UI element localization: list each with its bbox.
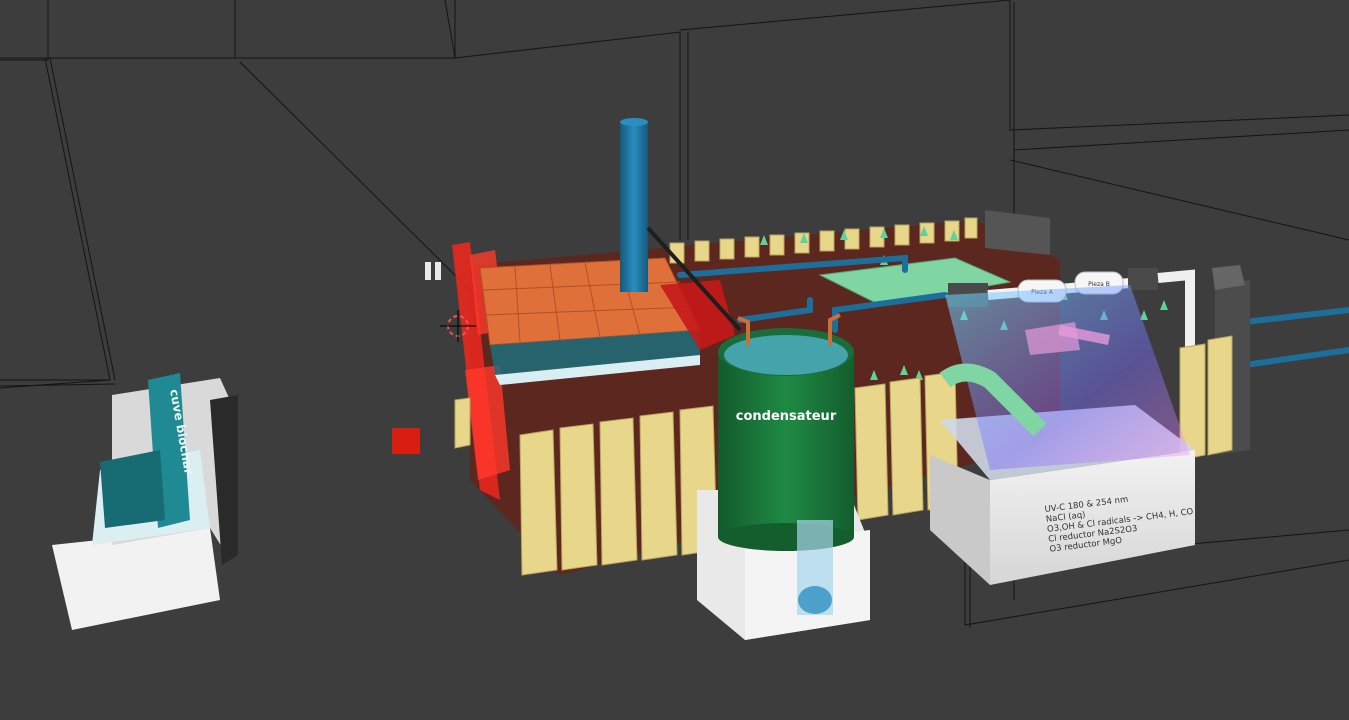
biochar-tank[interactable]: cuve biochar [52, 373, 238, 630]
3d-viewport[interactable]: Pieza A Pieza B UV-C 180 & 254 nm [0, 0, 1349, 716]
condenser[interactable]: condensateur [697, 313, 870, 640]
chimney-pipe [620, 118, 648, 292]
red-marker [392, 428, 420, 454]
condenser-label: condensateur [736, 409, 837, 424]
axis-gizmo-labels [425, 262, 441, 280]
uv-treatment-module[interactable]: UV-C 180 & 254 nm NaCl (aq) O3,OH & Cl r… [930, 285, 1197, 585]
brick-oven[interactable] [479, 257, 701, 385]
scene-canvas[interactable]: Pieza A Pieza B UV-C 180 & 254 nm [0, 0, 1349, 716]
